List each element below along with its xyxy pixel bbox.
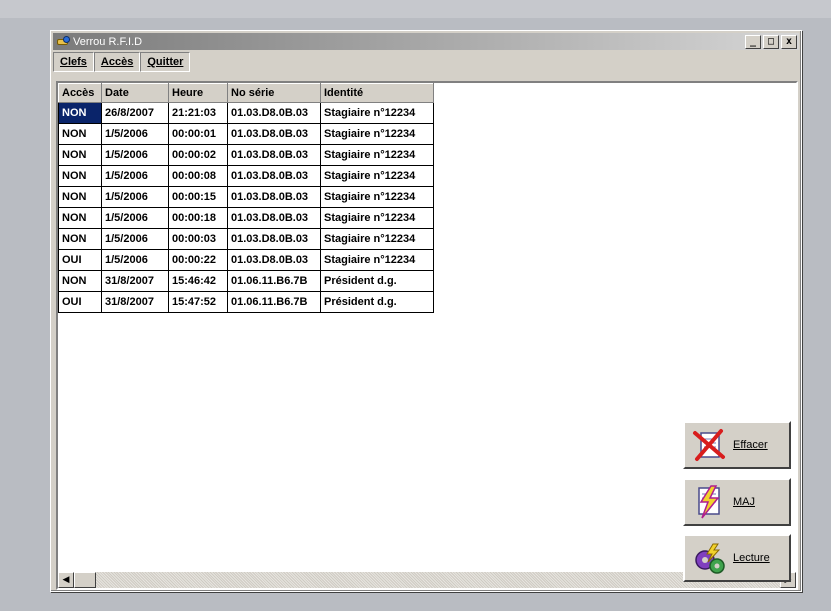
cell-no-serie[interactable]: 01.03.D8.0B.03 (227, 228, 321, 250)
close-button[interactable]: x (781, 34, 797, 49)
menu-bar: Clefs Accès Quitter (53, 52, 191, 72)
table-row[interactable]: NON 1/5/2006 00:00:01 01.03.D8.0B.03 Stagiai… (58, 123, 434, 145)
menu-acces[interactable]: Accès (93, 52, 141, 72)
window-title: Verrou R.F.I.D (73, 35, 143, 48)
cell-acces[interactable]: NON (58, 228, 102, 250)
cell-no-serie[interactable]: 01.03.D8.0B.03 (227, 165, 321, 187)
cell-identite[interactable]: Président d.g. (320, 270, 434, 292)
cell-heure[interactable]: 00:00:02 (168, 144, 228, 166)
cell-acces[interactable]: OUI (58, 291, 102, 313)
cell-identite[interactable]: Stagiaire n°12234 (320, 144, 434, 166)
table-row[interactable]: NON 1/5/2006 00:00:15 01.03.D8.0B.03 Stagiai… (58, 186, 434, 208)
table-row[interactable]: OUI 31/8/2007 15:47:52 01.06.11.B6.7B Présid… (58, 291, 434, 313)
background-page-strip (0, 0, 831, 18)
cell-date[interactable]: 1/5/2006 (101, 249, 169, 271)
cell-date[interactable]: 1/5/2006 (101, 186, 169, 208)
cell-no-serie[interactable]: 01.03.D8.0B.03 (227, 144, 321, 166)
scroll-track[interactable] (74, 572, 780, 588)
cell-heure[interactable]: 00:00:03 (168, 228, 228, 250)
table-row[interactable]: NON 1/5/2006 00:00:03 01.03.D8.0B.03 Stagiai… (58, 228, 434, 250)
cell-date[interactable]: 1/5/2006 (101, 207, 169, 229)
cell-acces[interactable]: NON (58, 144, 102, 166)
cell-heure[interactable]: 00:00:18 (168, 207, 228, 229)
cell-heure[interactable]: 15:46:42 (168, 270, 228, 292)
maj-label: MAJ (733, 496, 755, 508)
cell-identite[interactable]: Stagiaire n°12234 (320, 186, 434, 208)
cell-acces[interactable]: NON (58, 270, 102, 292)
column-header-heure[interactable]: Heure (168, 83, 228, 103)
cell-heure[interactable]: 00:00:15 (168, 186, 228, 208)
update-lightning-icon (691, 484, 727, 520)
read-gears-icon (691, 540, 727, 576)
cell-identite[interactable]: Stagiaire n°12234 (320, 228, 434, 250)
cell-no-serie[interactable]: 01.03.D8.0B.03 (227, 249, 321, 271)
menu-quitter[interactable]: Quitter (140, 52, 191, 72)
column-header-acces[interactable]: Accès (58, 83, 102, 103)
cell-no-serie[interactable]: 01.06.11.B6.7B (227, 270, 321, 292)
maximize-button[interactable]: □ (763, 34, 779, 49)
cell-date[interactable]: 31/8/2007 (101, 291, 169, 313)
table-row[interactable]: OUI 1/5/2006 00:00:22 01.03.D8.0B.03 Stagiai… (58, 249, 434, 271)
effacer-label: Effacer (733, 439, 768, 451)
cell-acces[interactable]: NON (58, 186, 102, 208)
table-row[interactable]: NON 1/5/2006 00:00:18 01.03.D8.0B.03 Stagiai… (58, 207, 434, 229)
title-bar[interactable]: Verrou R.F.I.D _ □ x (53, 33, 799, 50)
cell-date[interactable]: 31/8/2007 (101, 270, 169, 292)
cell-no-serie[interactable]: 01.03.D8.0B.03 (227, 102, 321, 124)
cell-date[interactable]: 1/5/2006 (101, 144, 169, 166)
scroll-thumb[interactable] (74, 572, 96, 588)
table-row[interactable]: NON 26/8/2007 21:21:03 01.03.D8.0B.03 Stagia… (58, 102, 434, 124)
cell-identite[interactable]: Stagiaire n°12234 (320, 165, 434, 187)
cell-no-serie[interactable]: 01.06.11.B6.7B (227, 291, 321, 313)
cell-date[interactable]: 1/5/2006 (101, 123, 169, 145)
cell-identite[interactable]: Président d.g. (320, 291, 434, 313)
cell-heure[interactable]: 15:47:52 (168, 291, 228, 313)
app-window: Verrou R.F.I.D _ □ x Clefs Accès Quitter… (50, 30, 802, 592)
table-header-row: Accès Date Heure No série Identité (58, 83, 434, 103)
cell-heure[interactable]: 00:00:01 (168, 123, 228, 145)
cell-acces[interactable]: OUI (58, 249, 102, 271)
menu-clefs[interactable]: Clefs (53, 52, 94, 72)
cell-acces[interactable]: NON (58, 123, 102, 145)
lecture-button[interactable]: Lecture (683, 534, 791, 582)
table-row[interactable]: NON 1/5/2006 00:00:08 01.03.D8.0B.03 Stagiai… (58, 165, 434, 187)
cell-no-serie[interactable]: 01.03.D8.0B.03 (227, 186, 321, 208)
cell-identite[interactable]: Stagiaire n°12234 (320, 123, 434, 145)
table-row[interactable]: NON 1/5/2006 00:00:02 01.03.D8.0B.03 Stagiai… (58, 144, 434, 166)
effacer-button[interactable]: Effacer (683, 421, 791, 469)
cell-acces[interactable]: NON (58, 207, 102, 229)
cell-heure[interactable]: 00:00:22 (168, 249, 228, 271)
cell-no-serie[interactable]: 01.03.D8.0B.03 (227, 207, 321, 229)
cell-identite[interactable]: Stagiaire n°12234 (320, 249, 434, 271)
cell-date[interactable]: 1/5/2006 (101, 165, 169, 187)
lecture-label: Lecture (733, 552, 770, 564)
column-header-no-serie[interactable]: No série (227, 83, 321, 103)
scroll-left-arrow-icon[interactable]: ◀ (58, 572, 74, 588)
column-header-date[interactable]: Date (101, 83, 169, 103)
maj-button[interactable]: MAJ (683, 478, 791, 526)
cell-acces[interactable]: NON (58, 165, 102, 187)
column-header-identite[interactable]: Identité (320, 83, 434, 103)
cell-heure[interactable]: 00:00:08 (168, 165, 228, 187)
minimize-button[interactable]: _ (745, 34, 761, 49)
cell-heure[interactable]: 21:21:03 (168, 102, 228, 124)
cell-acces[interactable]: NON (58, 102, 102, 124)
cell-no-serie[interactable]: 01.03.D8.0B.03 (227, 123, 321, 145)
key-app-icon (56, 35, 70, 48)
access-log-table: Accès Date Heure No série Identité NON 26… (58, 83, 434, 313)
cell-identite[interactable]: Stagiaire n°12234 (320, 102, 434, 124)
cell-date[interactable]: 1/5/2006 (101, 228, 169, 250)
delete-x-icon (691, 427, 727, 463)
table-row[interactable]: NON 31/8/2007 15:46:42 01.06.11.B6.7B Présid… (58, 270, 434, 292)
cell-date[interactable]: 26/8/2007 (101, 102, 169, 124)
cell-identite[interactable]: Stagiaire n°12234 (320, 207, 434, 229)
